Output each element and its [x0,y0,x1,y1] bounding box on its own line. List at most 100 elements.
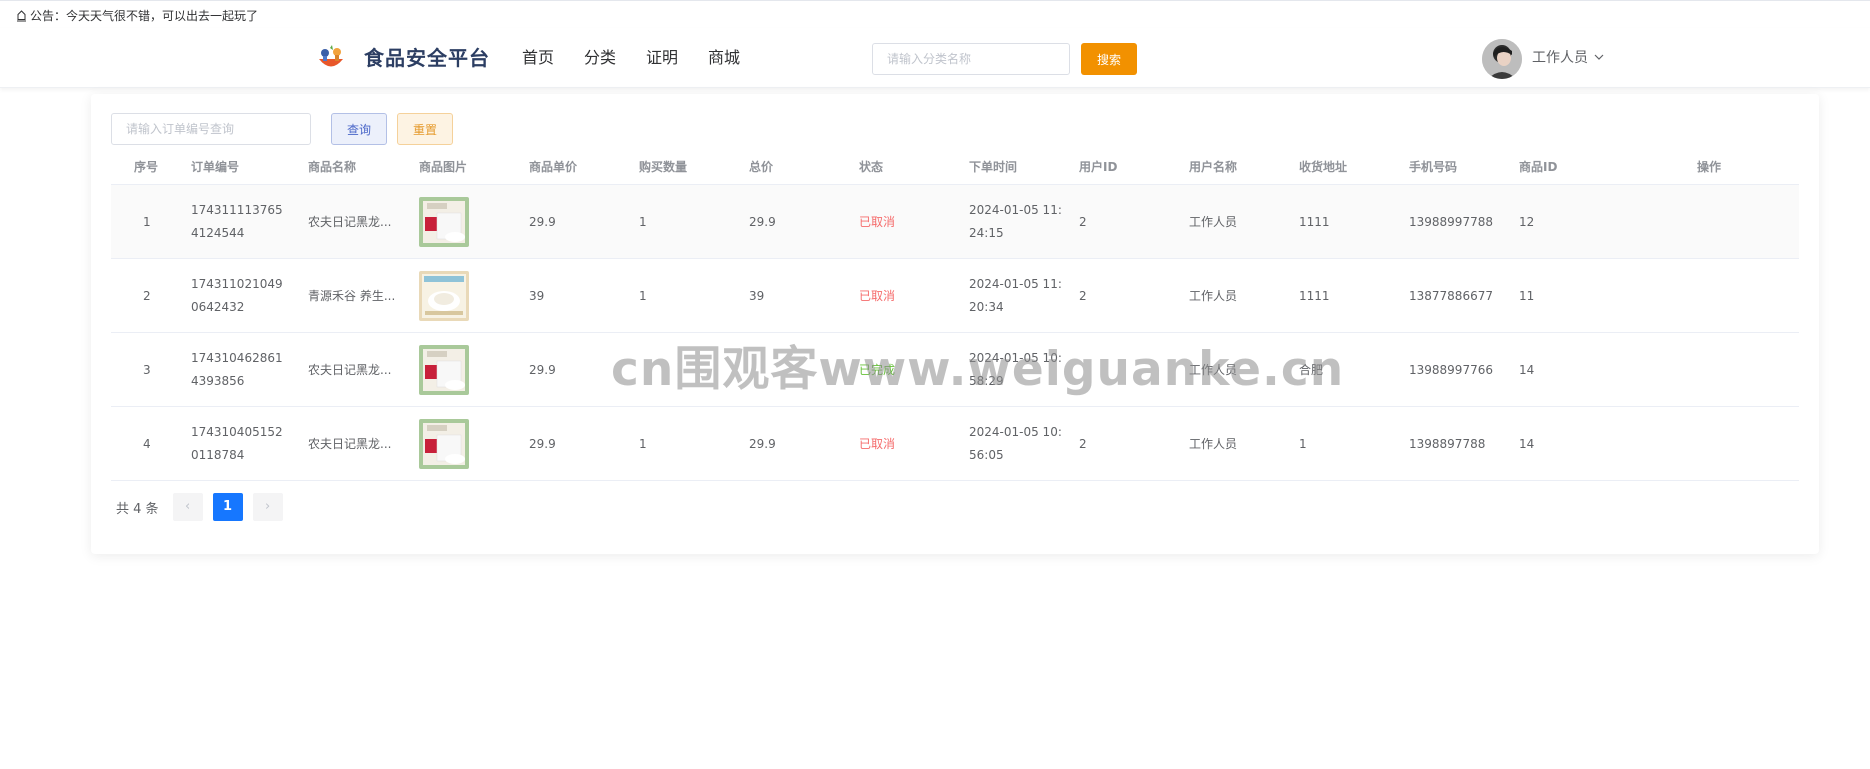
nav-home[interactable]: 首页 [522,46,554,70]
col-total: 总价 [749,160,774,174]
order-time-text: 2024-01-05 11:20:34 [969,277,1062,314]
page-number-button[interactable]: 1 [212,493,243,521]
cell-product-image [419,185,469,259]
table-row[interactable]: 4 1743104051520118784 农夫日记黑龙... 29.9 1 2… [111,407,1799,481]
col-address: 收货地址 [1299,160,1348,174]
order-no-text: 1743110210490642432 [191,277,283,314]
col-phone: 手机号码 [1409,160,1458,174]
col-index: 序号 [134,160,159,174]
category-search-input[interactable] [872,43,1070,75]
order-number-search-input[interactable] [111,113,311,145]
product-name-text: 农夫日记黑龙... [308,436,392,451]
product-thumbnail[interactable] [419,197,469,247]
announcement-text: 公告：今天天气很不错，可以出去一起玩了 [30,9,259,23]
cell-user-name: 工作人员 [1189,288,1238,303]
chevron-left-icon[interactable]: ‹ [172,493,203,521]
cell-address: 1111 [1299,288,1330,303]
product-name-text: 农夫日记黑龙... [308,362,392,377]
cell-user-id: 2 [1079,214,1087,229]
col-product-image: 商品图片 [419,160,468,174]
cell-phone: 13988997766 [1409,362,1493,377]
nav-category[interactable]: 分类 [584,46,616,70]
order-time-text: 2024-01-05 11:24:15 [969,203,1062,240]
cell-order-no: 1743104628614393856 [191,333,287,407]
product-name-text: 农夫日记黑龙... [308,214,392,229]
cell-product-id: 14 [1519,362,1535,377]
site-title[interactable]: 食品安全平台 [364,44,490,72]
query-button[interactable]: 查询 [331,113,387,145]
cell-product-name: 农夫日记黑龙... [308,407,398,481]
avatar[interactable] [1482,39,1522,79]
reset-button[interactable]: 重置 [397,113,453,145]
top-navbar: 食品安全平台 首页 分类 证明 商城 搜索 工作人员 [0,28,1870,88]
cell-total: 29.9 [749,214,776,229]
cell-total: 29.9 [749,436,776,451]
cell-user-name: 工作人员 [1189,436,1238,451]
cell-order-no: 1743104051520118784 [191,407,287,481]
cell-index: 3 [143,362,151,377]
order-time-text: 2024-01-05 10:58:29 [969,351,1062,388]
cell-order-time: 2024-01-05 11:24:15 [969,185,1065,259]
col-user-id: 用户ID [1079,160,1118,174]
cell-user-id: 2 [1079,288,1087,303]
col-product-id: 商品ID [1519,160,1558,174]
orders-table: 序号 订单编号 商品名称 商品图片 商品单价 购买数量 总价 状态 下单时间 用… [111,150,1799,481]
cell-total: 39 [749,288,765,303]
orders-card: 查询 重置 序号 订单编号 商品名称 商品图片 商品单价 购买数量 总价 状态 … [91,94,1819,554]
search-button[interactable]: 搜索 [1081,43,1137,75]
nav-certificate[interactable]: 证明 [646,46,678,70]
cell-index: 4 [143,436,151,451]
cell-product-image [419,407,469,481]
cell-user-name: 工作人员 [1189,214,1238,229]
bell-icon [16,10,28,22]
cell-product-name: 青源禾谷 养生... [308,259,398,333]
table-row[interactable]: 1 1743111137654124544 农夫日记黑龙... 29.9 1 2… [111,185,1799,259]
cell-phone: 1398897788 [1409,436,1486,451]
col-status: 状态 [859,160,884,174]
order-no-text: 1743111137654124544 [191,203,283,240]
cell-unit-price: 29.9 [529,436,556,451]
cell-quantity: 1 [639,436,647,451]
col-product-name: 商品名称 [308,160,357,174]
product-name-text: 青源禾谷 养生... [308,288,396,303]
pagination: 共 4 条 ‹ 1 › [111,493,293,521]
chevron-down-icon[interactable] [1594,50,1606,64]
col-order-no: 订单编号 [191,160,240,174]
announcement-bar: 公告：今天天气很不错，可以出去一起玩了 [16,7,258,25]
product-thumbnail[interactable] [419,271,469,321]
table-row[interactable]: 3 1743104628614393856 农夫日记黑龙... 29.9 已完成… [111,333,1799,407]
cell-phone: 13877886677 [1409,288,1493,303]
chevron-right-icon[interactable]: › [252,493,283,521]
cell-address: 1111 [1299,214,1330,229]
col-actions: 操作 [1697,160,1722,174]
cell-product-name: 农夫日记黑龙... [308,185,398,259]
top-border [0,0,1870,1]
product-thumbnail[interactable] [419,419,469,469]
cell-user-name: 工作人员 [1189,362,1238,377]
cell-order-time: 2024-01-05 10:58:29 [969,333,1065,407]
cell-address: 1 [1299,436,1307,451]
cell-product-id: 11 [1519,288,1535,303]
user-menu-name[interactable]: 工作人员 [1532,48,1588,68]
cell-address: 合肥 [1299,362,1324,377]
cell-quantity: 1 [639,288,647,303]
col-order-time: 下单时间 [969,160,1018,174]
cell-order-time: 2024-01-05 10:56:05 [969,407,1065,481]
col-user-name: 用户名称 [1189,160,1238,174]
cell-unit-price: 29.9 [529,362,556,377]
nav-mall[interactable]: 商城 [708,46,740,70]
cell-phone: 13988997788 [1409,214,1493,229]
table-row[interactable]: 2 1743110210490642432 青源禾谷 养生... 39 1 39… [111,259,1799,333]
status-badge: 已取消 [859,436,896,451]
cell-product-image [419,333,469,407]
product-thumbnail[interactable] [419,345,469,395]
cell-product-name: 农夫日记黑龙... [308,333,398,407]
cell-index: 2 [143,288,151,303]
cell-order-no: 1743110210490642432 [191,259,287,333]
logo-icon [316,44,346,72]
cell-unit-price: 29.9 [529,214,556,229]
col-unit-price: 商品单价 [529,160,578,174]
cell-order-time: 2024-01-05 11:20:34 [969,259,1065,333]
cell-order-no: 1743111137654124544 [191,185,287,259]
order-time-text: 2024-01-05 10:56:05 [969,425,1062,462]
